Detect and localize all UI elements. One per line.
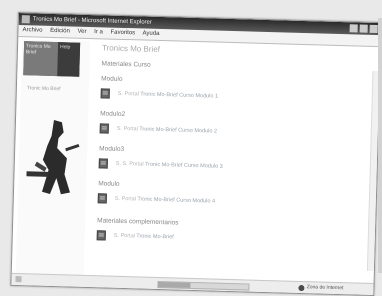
logo-left: Tronics Mo Brief [23,41,59,77]
doc-prefix: S. Portal [117,90,139,98]
window-controls [349,24,378,34]
globe-icon [298,284,305,291]
menu-favoritos[interactable]: Favoritos [110,30,135,37]
menu-ayuda[interactable]: Ayuda [142,30,159,36]
document-icon [99,123,109,134]
doc-link[interactable]: Tronic Mo-Brief Curso Modulo 2 [139,126,217,134]
doc-prefix: S. Portal [116,125,138,133]
conductor-figure [26,120,80,195]
doc-link[interactable]: Tronic Mo-Brief [136,233,174,240]
document-icon [96,230,106,241]
browser-window: Tronics Mo Brief - Microsoft Internet Ex… [10,12,382,296]
doc-prefix: S. S. Portal [115,160,144,168]
module-row[interactable]: S. Portal Tronic Mo-Brief Curso Modulo 4 [97,193,370,211]
doc-prefix: S. Portal [114,195,136,203]
module-label: Modulo [98,180,120,188]
page-icon [15,276,22,283]
maximize-button[interactable] [359,24,368,33]
module-label: Modulo [101,75,123,83]
doc-link[interactable]: Tronic Mo-Brief Curso Modulo 4 [137,196,215,204]
main-content: Tronics Mo Brief Materiales Curso Modulo… [94,43,374,283]
menu-ver[interactable]: Ver [77,29,86,35]
site-logo[interactable]: Tronics Mo Brief Help [23,41,81,77]
page-title: Tronics Mo Brief [101,43,161,54]
document-icon [100,88,110,99]
background-window-edge [378,18,382,273]
close-button[interactable] [369,24,378,34]
security-zone: Zona de Internet [298,282,344,294]
module-label: Modulo2 [100,110,126,119]
sidebar-link[interactable]: Tronic Mo Brief [27,85,89,94]
minimize-button[interactable] [349,24,358,33]
ie-icon [21,15,30,24]
complementary-row[interactable]: S. Portal Tronic Mo-Brief [96,230,369,248]
menu-archivo[interactable]: Archivo [22,27,42,34]
logo-right: Help [57,42,81,77]
module-label: Modulo3 [99,145,125,154]
module-row[interactable]: S. Portal Tronic Mo-Brief Curso Modulo 2 [99,123,372,141]
doc-link[interactable]: Tronic Mo-Brief Curso Modulo 3 [145,162,223,170]
page-content: Tronics Mo Brief Help Tronic Mo Brief Tr… [12,37,380,283]
module-row[interactable]: S. S. Portal Tronic Mo-Brief Curso Modul… [98,158,371,176]
document-icon [98,158,108,169]
menu-edicion[interactable]: Edición [50,28,70,35]
sidebar: Tronics Mo Brief Help Tronic Mo Brief [15,39,91,275]
document-icon [97,193,107,204]
section-title: Materiales Curso [101,60,151,69]
zone-label: Zona de Internet [306,284,344,292]
menu-ir-a[interactable]: Ir a [94,29,103,35]
progress-fill [158,282,191,288]
doc-link[interactable]: Tronic Mo-Brief Curso Modulo 1 [140,91,218,99]
footer-section-title: Materiales complementarios [97,217,179,227]
module-row[interactable]: S. Portal Tronic Mo-Brief Curso Modulo 1 [100,88,373,106]
doc-prefix: S. Portal [113,232,135,240]
window-title: Tronics Mo Brief - Microsoft Internet Ex… [32,16,152,26]
loading-progress [157,281,250,291]
